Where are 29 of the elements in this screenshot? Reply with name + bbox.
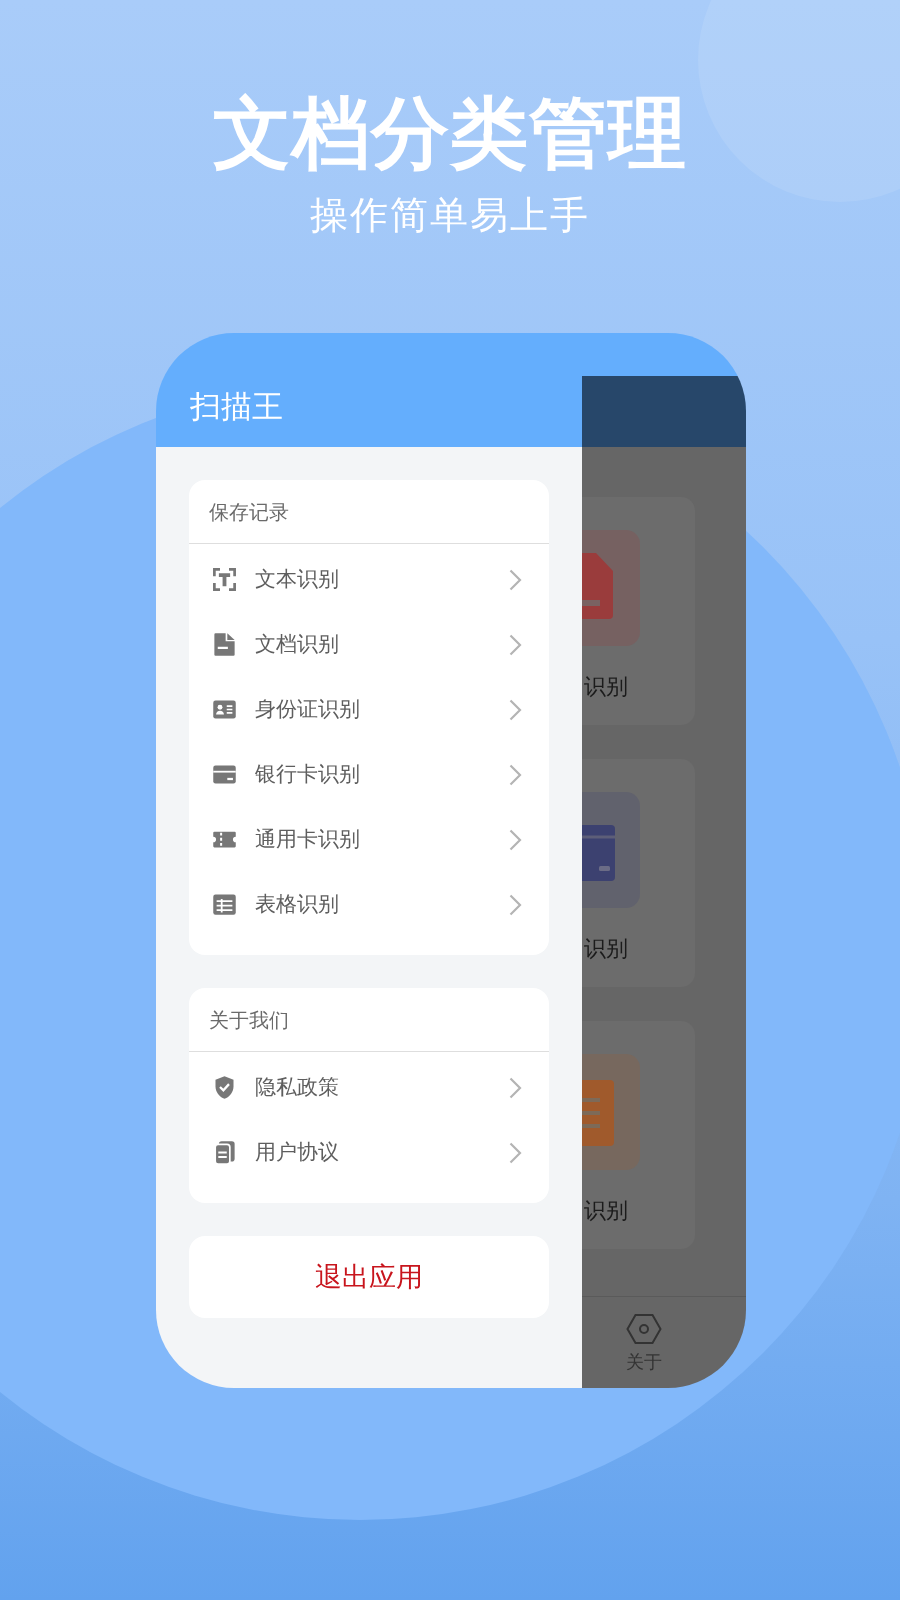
chevron-right-icon [509, 633, 522, 656]
document-icon [211, 631, 238, 658]
chevron-right-icon [509, 893, 522, 916]
chevron-right-icon [509, 828, 522, 851]
menu-item[interactable]: 文档识别 [189, 612, 549, 677]
headline: 文档分类管理 [212, 94, 688, 172]
tagline: 操作简单易上手 [309, 196, 591, 234]
menu-item[interactable]: 身份证识别 [189, 677, 549, 742]
exit-button[interactable]: 退出应用 [189, 1236, 549, 1318]
feature-label: 识别 [583, 674, 629, 700]
table-icon [211, 891, 238, 918]
feature-label: 识别 [583, 1198, 629, 1224]
text-frame-icon [211, 566, 238, 593]
menu-item[interactable]: 通用卡识别 [189, 807, 549, 872]
chevron-right-icon [509, 763, 522, 786]
section-header: 关于我们 [209, 1006, 289, 1034]
hexagon-icon [626, 1313, 662, 1345]
menu-item[interactable]: 文本识别 [189, 547, 549, 612]
menu-item[interactable]: 表格识别 [189, 872, 549, 937]
menu-item[interactable]: 隐私政策 [189, 1055, 549, 1120]
section-header: 保存记录 [209, 498, 289, 526]
app-title: 扫描王 [190, 387, 283, 425]
menu-item[interactable]: 银行卡识别 [189, 742, 549, 807]
feature-label: 识别 [583, 936, 629, 962]
chevron-right-icon [509, 1076, 522, 1099]
chevron-right-icon [509, 568, 522, 591]
menu-item[interactable]: 用户协议 [189, 1120, 549, 1185]
chevron-right-icon [509, 698, 522, 721]
chevron-right-icon [509, 1141, 522, 1164]
